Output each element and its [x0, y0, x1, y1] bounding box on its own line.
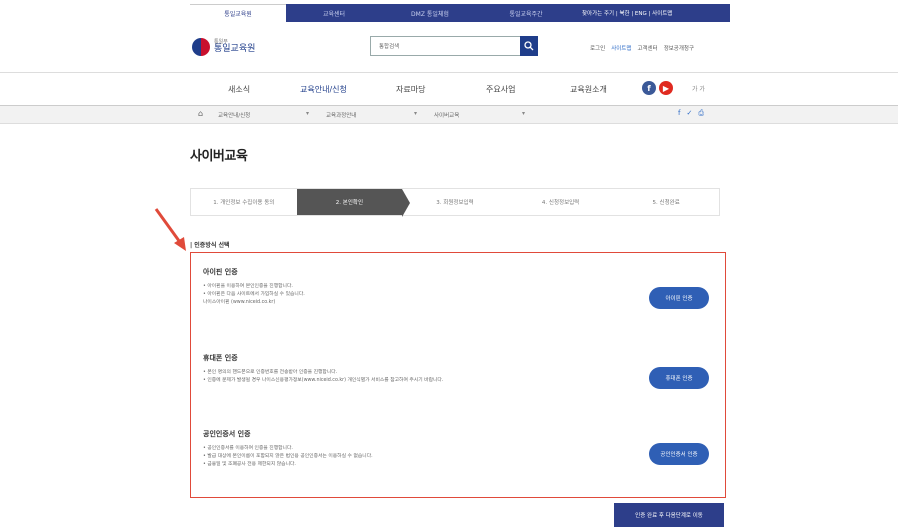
- share-links: f ✓ ⎙: [678, 109, 704, 118]
- next-step-button[interactable]: 인증 완료 후 다음단계로 이동: [614, 503, 724, 527]
- breadcrumb: ⌂ 교육안내/신청 ▾ 교육과정안내 ▾ 사이버교육 ▾ f ✓ ⎙: [0, 106, 898, 124]
- logo[interactable]: 통일부 통일교육원: [192, 38, 255, 56]
- home-icon[interactable]: ⌂: [198, 109, 203, 118]
- method-desc: • 본인 명의의 핸드폰으로 인증번호를 전송받아 인증을 진행합니다.: [203, 370, 338, 375]
- breadcrumb-level2[interactable]: 교육과정안내: [326, 111, 356, 119]
- youtube-icon[interactable]: ▶: [659, 81, 673, 95]
- print-icon[interactable]: ⎙: [698, 109, 704, 118]
- sns-links: f ▶: [642, 81, 673, 95]
- step-2: 2. 본인확인: [296, 189, 410, 217]
- phone-auth-button[interactable]: 휴대폰 인증: [649, 367, 709, 389]
- header: 통일부 통일교육원 통합검색 로그인 사이트맵 고객센터 정보공개청구: [0, 24, 898, 72]
- top-bar-nav: 통일교육원 교육센터 DMZ 통일체험 통일교육주간 찾아가는 주기 | 북한 …: [190, 4, 730, 22]
- method-desc: • 발급 대상에 본인이름이 포함되지 않은 법인용 공인인증서는 이용하실 수…: [203, 454, 373, 459]
- auth-method-box: 아이핀 인증 • 아이핀을 이용하여 본인인증을 진행합니다. • 아이핀은 다…: [190, 252, 726, 498]
- topbar-tab-week[interactable]: 통일교육주간: [478, 4, 574, 22]
- topbar-tab-home[interactable]: 통일교육원: [190, 4, 286, 22]
- method-desc: 나이스아이핀 (www.niceid.co.kr): [203, 300, 276, 305]
- method-desc: • 아이핀은 다음 사이트에서 가입하실 수 있습니다.: [203, 292, 305, 297]
- util-login[interactable]: 로그인: [590, 44, 605, 52]
- search-category-select[interactable]: 통합검색: [371, 42, 431, 50]
- page-title: 사이버교육: [190, 149, 248, 164]
- font-size-tools[interactable]: 가 가: [692, 84, 705, 93]
- method-title: 아이핀 인증: [203, 268, 238, 276]
- method-certificate: 공인인증서 인증 • 공인인증서를 이용하여 인증을 진행합니다. • 발급 대…: [203, 429, 373, 469]
- method-title: 휴대폰 인증: [203, 354, 238, 362]
- util-sitemap[interactable]: 사이트맵: [611, 44, 631, 52]
- nav-resources[interactable]: 자료마당: [396, 84, 425, 95]
- topbar-tab-center[interactable]: 교육센터: [286, 4, 382, 22]
- logo-emblem-icon: [192, 38, 210, 56]
- step-1: 1. 개인정보 수집이용 동의: [191, 189, 297, 215]
- annotation-arrow-icon: [154, 208, 186, 251]
- facebook-icon[interactable]: f: [642, 81, 656, 95]
- utility-links: 로그인 사이트맵 고객센터 정보공개청구: [590, 44, 694, 52]
- method-ipin: 아이핀 인증 • 아이핀을 이용하여 본인인증을 진행합니다. • 아이핀은 다…: [203, 267, 305, 307]
- top-bar: 통일교육원 교육센터 DMZ 통일체험 통일교육주간 찾아가는 주기 | 북한 …: [0, 0, 898, 24]
- chevron-down-icon[interactable]: ▾: [522, 110, 525, 117]
- facebook-share-icon[interactable]: f: [678, 109, 680, 118]
- step-5: 5. 신청완료: [613, 189, 719, 215]
- method-title: 공인인증서 인증: [203, 430, 251, 438]
- ipin-auth-button[interactable]: 아이핀 인증: [649, 287, 709, 309]
- main-nav: 새소식 교육안내/신청 자료마당 주요사업 교육원소개 f ▶ 가 가: [0, 72, 898, 106]
- topbar-links[interactable]: 찾아가는 주기 | 북한 | ENG | 사이트맵: [574, 4, 672, 22]
- step-indicator: 1. 개인정보 수집이용 동의 2. 본인확인 3. 회원정보입력 4. 신청정…: [190, 188, 720, 217]
- search-input[interactable]: [431, 38, 520, 54]
- chevron-down-icon[interactable]: ▾: [306, 110, 309, 117]
- nav-news[interactable]: 새소식: [228, 84, 250, 95]
- certificate-auth-button[interactable]: 공인인증서 인증: [649, 443, 709, 465]
- step-3: 3. 회원정보입력: [402, 189, 508, 215]
- util-disclosure[interactable]: 정보공개청구: [664, 44, 694, 52]
- nav-projects[interactable]: 주요사업: [486, 84, 515, 95]
- nav-about[interactable]: 교육원소개: [570, 84, 607, 95]
- chevron-down-icon[interactable]: ▾: [414, 110, 417, 117]
- twitter-share-icon[interactable]: ✓: [686, 109, 692, 118]
- method-desc: • 인증에 문제가 발생될 경우 나이스신용평가정보(www.niceid.co…: [203, 378, 444, 383]
- method-phone: 휴대폰 인증 • 본인 명의의 핸드폰으로 인증번호를 전송받아 인증을 진행합…: [203, 353, 443, 385]
- method-desc: • 금융일 및 조폐공사 전용 제한되지 않습니다.: [203, 462, 296, 467]
- search-icon: [524, 41, 534, 51]
- method-desc: • 아이핀을 이용하여 본인인증을 진행합니다.: [203, 284, 293, 289]
- search-bar: 통합검색: [370, 36, 538, 56]
- step-4: 4. 신청정보입력: [507, 189, 614, 215]
- util-customer[interactable]: 고객센터: [637, 44, 657, 52]
- topbar-tab-dmz[interactable]: DMZ 통일체험: [382, 4, 478, 22]
- search-button[interactable]: [520, 36, 538, 56]
- method-desc: • 공인인증서를 이용하여 인증을 진행합니다.: [203, 446, 293, 451]
- section-label: | 인증방식 선택: [190, 242, 230, 249]
- nav-edu-apply[interactable]: 교육안내/신청: [300, 84, 347, 95]
- logo-name: 통일교육원: [214, 44, 256, 54]
- breadcrumb-level3[interactable]: 사이버교육: [434, 111, 459, 119]
- breadcrumb-level1[interactable]: 교육안내/신청: [218, 111, 250, 119]
